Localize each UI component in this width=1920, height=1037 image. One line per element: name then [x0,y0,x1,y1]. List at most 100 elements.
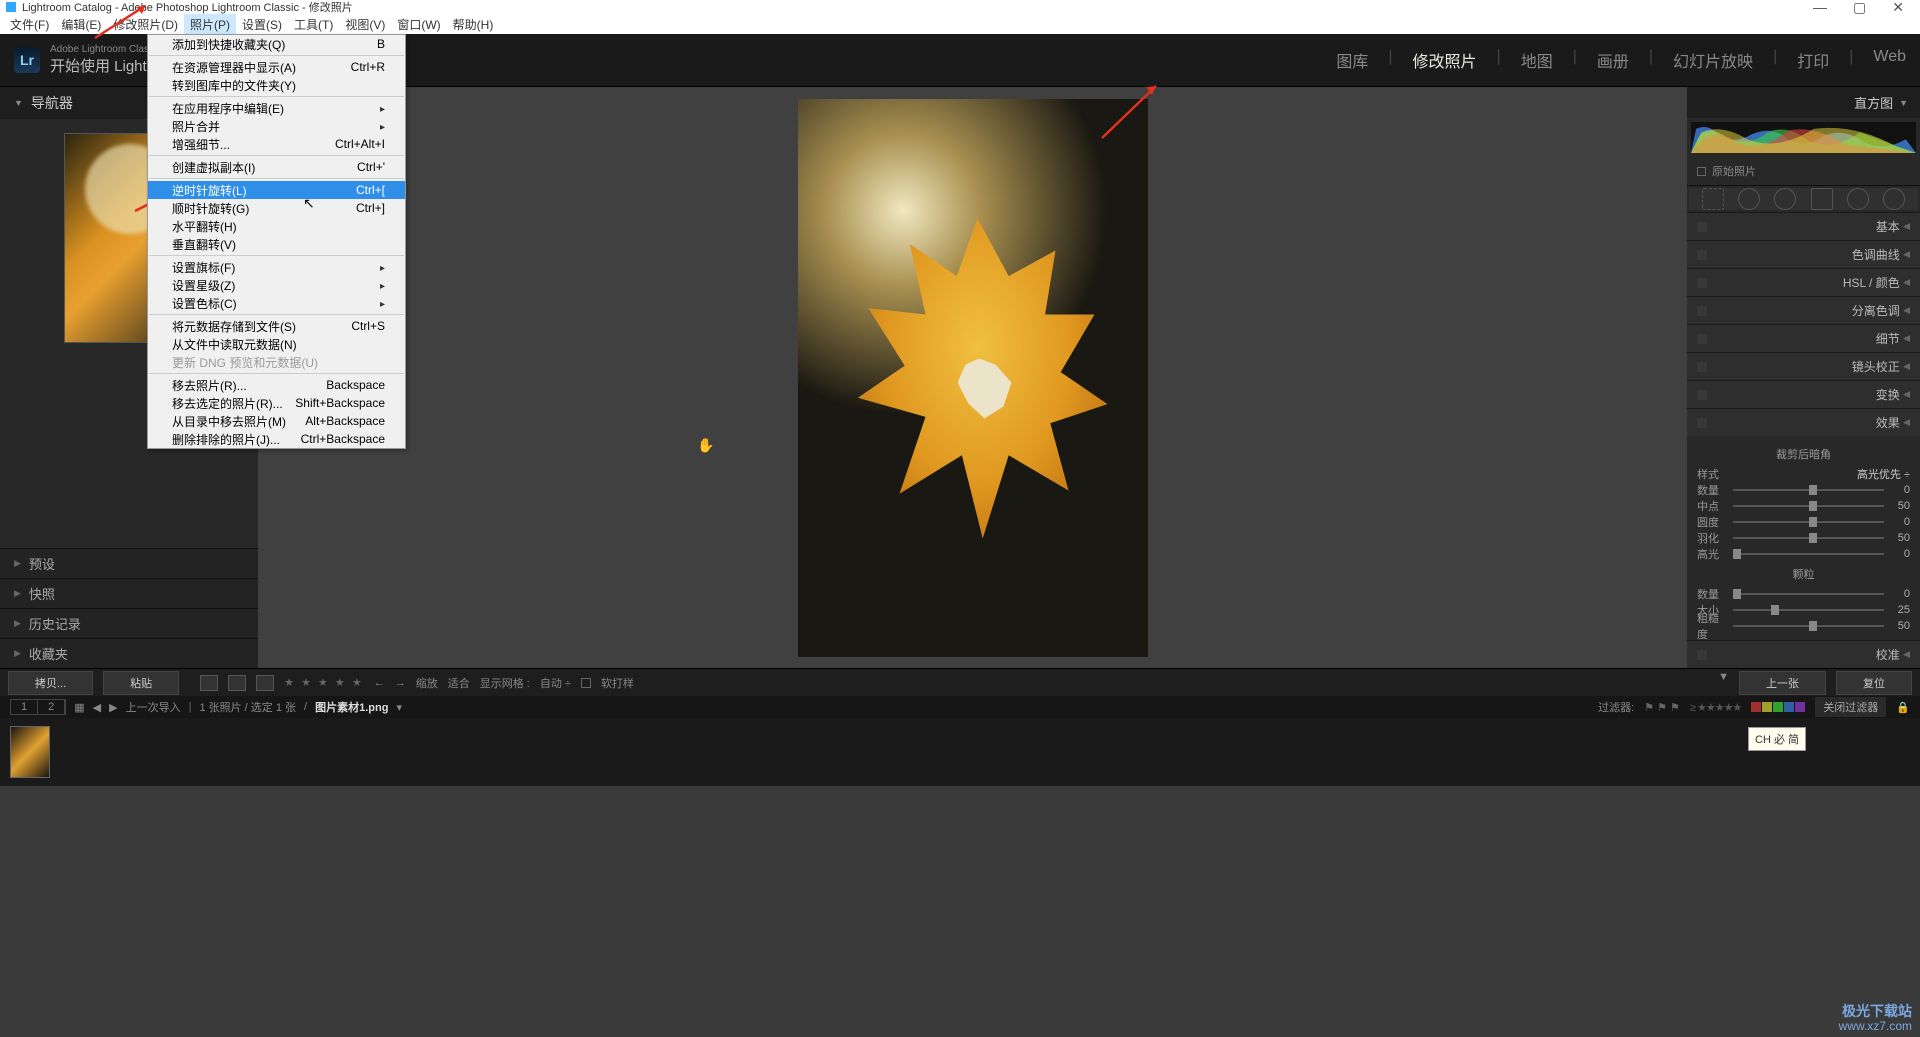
right-panel-section[interactable]: HSL / 颜色 ◀ [1687,268,1920,296]
menu-item[interactable]: 转到图库中的文件夹(Y) [148,76,405,94]
slider[interactable]: 数量0 [1697,586,1910,602]
menu-item[interactable]: 删除排除的照片(J)...Ctrl+Backspace [148,430,405,448]
menu-item[interactable]: 在资源管理器中显示(A)Ctrl+R [148,58,405,76]
star-filter[interactable]: ≥ ★★★★★ [1690,701,1741,714]
slider[interactable]: 圆度0 [1697,514,1910,530]
right-panel-section[interactable]: 变换 ◀ [1687,380,1920,408]
module-tab[interactable]: 修改照片 [1413,48,1477,72]
flag-filter-icon[interactable]: ⚑ ⚑ ⚑ [1644,701,1680,714]
prev-nav-icon[interactable]: ← [374,677,385,689]
left-panel-section[interactable]: ▶快照 [0,578,258,608]
right-panel-section[interactable]: 效果 ◀ [1687,408,1920,436]
menu-item[interactable]: 设置(S) [236,14,288,35]
filter-bar: 1 2 ▦ ◀ ▶ 上一次导入 | 1 张照片 / 选定 1 张 / 图片素材1… [0,696,1920,718]
menu-item[interactable]: 逆时针旋转(L)Ctrl+[ [148,181,405,199]
spot-tool[interactable] [1738,188,1760,210]
menu-item[interactable]: 设置旗标(F) [148,258,405,276]
menu-item[interactable]: 设置色标(C) [148,294,405,312]
menu-item[interactable]: 移去选定的照片(R)...Shift+Backspace [148,394,405,412]
fwd-icon[interactable]: ▶ [109,701,117,714]
histogram-header[interactable]: 直方图 ▼ [1687,87,1920,118]
menu-item[interactable]: 顺时针旋转(G)Ctrl+] [148,199,405,217]
menu-item[interactable]: 视图(V) [339,14,391,35]
menu-item[interactable]: 添加到快捷收藏夹(Q)B [148,35,405,53]
menu-item[interactable]: 将元数据存储到文件(S)Ctrl+S [148,317,405,335]
left-panel-section[interactable]: ▶历史记录 [0,608,258,638]
menu-item[interactable]: 工具(T) [288,14,339,35]
back-icon[interactable]: ◀ [93,701,101,714]
close-button[interactable]: ✕ [1892,0,1904,16]
menu-item[interactable]: 设置星级(Z) [148,276,405,294]
module-tab[interactable]: 画册 [1597,48,1629,72]
module-tab[interactable]: 图库 [1336,48,1368,72]
compare-view-icon[interactable] [228,675,246,691]
histogram[interactable] [1691,122,1916,153]
menu-item[interactable]: 移去照片(R)...Backspace [148,376,405,394]
grid-icon[interactable]: ▦ [74,701,84,714]
paste-button[interactable]: 粘贴 [103,671,179,695]
reset-button[interactable]: 复位 [1836,671,1912,695]
brush-tool[interactable] [1883,188,1905,210]
source-label[interactable]: 上一次导入 [126,699,181,715]
close-filter-button[interactable]: 关闭过滤器 [1815,697,1886,717]
menu-item[interactable]: 窗口(W) [391,14,446,35]
module-tab[interactable]: 地图 [1521,48,1553,72]
rating-stars[interactable]: ★ ★ ★ ★ ★ [284,676,364,689]
menu-item[interactable]: 增强细节...Ctrl+Alt+I [148,135,405,153]
menu-item[interactable]: 修改照片(D) [107,14,184,35]
before-after-icon[interactable] [256,675,274,691]
menu-item[interactable]: 编辑(E) [55,14,107,35]
right-panel-section[interactable]: 色调曲线 ◀ [1687,240,1920,268]
auto-dropdown[interactable]: 自动 ÷ [540,675,571,691]
fit-label[interactable]: 适合 [448,675,470,691]
original-photo-toggle[interactable]: 原始照片 [1687,157,1920,186]
right-panel-section[interactable]: 细节 ◀ [1687,324,1920,352]
prev-photo-button[interactable]: 上一张 [1739,671,1826,695]
color-label-filter[interactable] [1751,702,1805,712]
redeye-tool[interactable] [1774,188,1796,210]
module-tab[interactable]: Web [1873,48,1906,72]
slider[interactable]: 羽化50 [1697,530,1910,546]
slider[interactable]: 数量0 [1697,482,1910,498]
menu-item[interactable]: 照片(P) [184,14,236,35]
menu-item[interactable]: 从文件中读取元数据(N) [148,335,405,353]
slider[interactable]: 高光0 [1697,546,1910,562]
left-panel-section[interactable]: ▶预设 [0,548,258,578]
copy-button[interactable]: 拷贝... [8,671,93,695]
loupe-view-icon[interactable] [200,675,218,691]
menu-item[interactable]: 帮助(H) [447,14,500,35]
menu-item[interactable]: 在应用程序中编辑(E) [148,99,405,117]
right-panel-section[interactable]: 分离色调 ◀ [1687,296,1920,324]
dropdown-icon[interactable]: ▾ [396,701,402,714]
left-panel-section[interactable]: ▶收藏夹 [0,638,258,668]
right-panel-section[interactable]: 校准 ◀ [1687,640,1920,668]
softproof-checkbox[interactable] [581,678,591,688]
minimize-button[interactable]: — [1813,0,1827,16]
slider[interactable]: 中点50 [1697,498,1910,514]
display-2[interactable]: 2 [38,700,65,714]
menu-item[interactable]: 从目录中移去照片(M)Alt+Backspace [148,412,405,430]
crop-tool[interactable] [1702,188,1724,210]
display-1[interactable]: 1 [11,700,38,714]
right-panel-section[interactable]: 镜头校正 ◀ [1687,352,1920,380]
filmstrip-thumbnail[interactable] [10,726,50,778]
center-viewer[interactable] [258,87,1687,668]
radial-tool[interactable] [1847,188,1869,210]
slider[interactable]: 大小25 [1697,602,1910,618]
maximize-button[interactable]: ▢ [1853,0,1866,16]
lock-icon[interactable]: 🔒 [1896,701,1910,714]
menu-item[interactable]: 创建虚拟副本(I)Ctrl+' [148,158,405,176]
menu-item[interactable]: 文件(F) [4,14,55,35]
next-nav-icon[interactable]: → [395,677,406,689]
toolbar-dropdown-icon[interactable]: ▼ [1718,671,1729,695]
module-tab[interactable]: 幻灯片放映 [1673,48,1753,72]
film-strip[interactable] [0,718,1920,786]
menu-item[interactable]: 水平翻转(H) [148,217,405,235]
right-panel-section[interactable]: 基本 ◀ [1687,212,1920,240]
module-tab[interactable]: 打印 [1797,48,1829,72]
menu-item[interactable]: 垂直翻转(V) [148,235,405,253]
secondary-display-toggle[interactable]: 1 2 [10,699,66,715]
slider[interactable]: 粗糙度50 [1697,618,1910,634]
grad-tool[interactable] [1811,188,1833,210]
menu-item[interactable]: 照片合并 [148,117,405,135]
